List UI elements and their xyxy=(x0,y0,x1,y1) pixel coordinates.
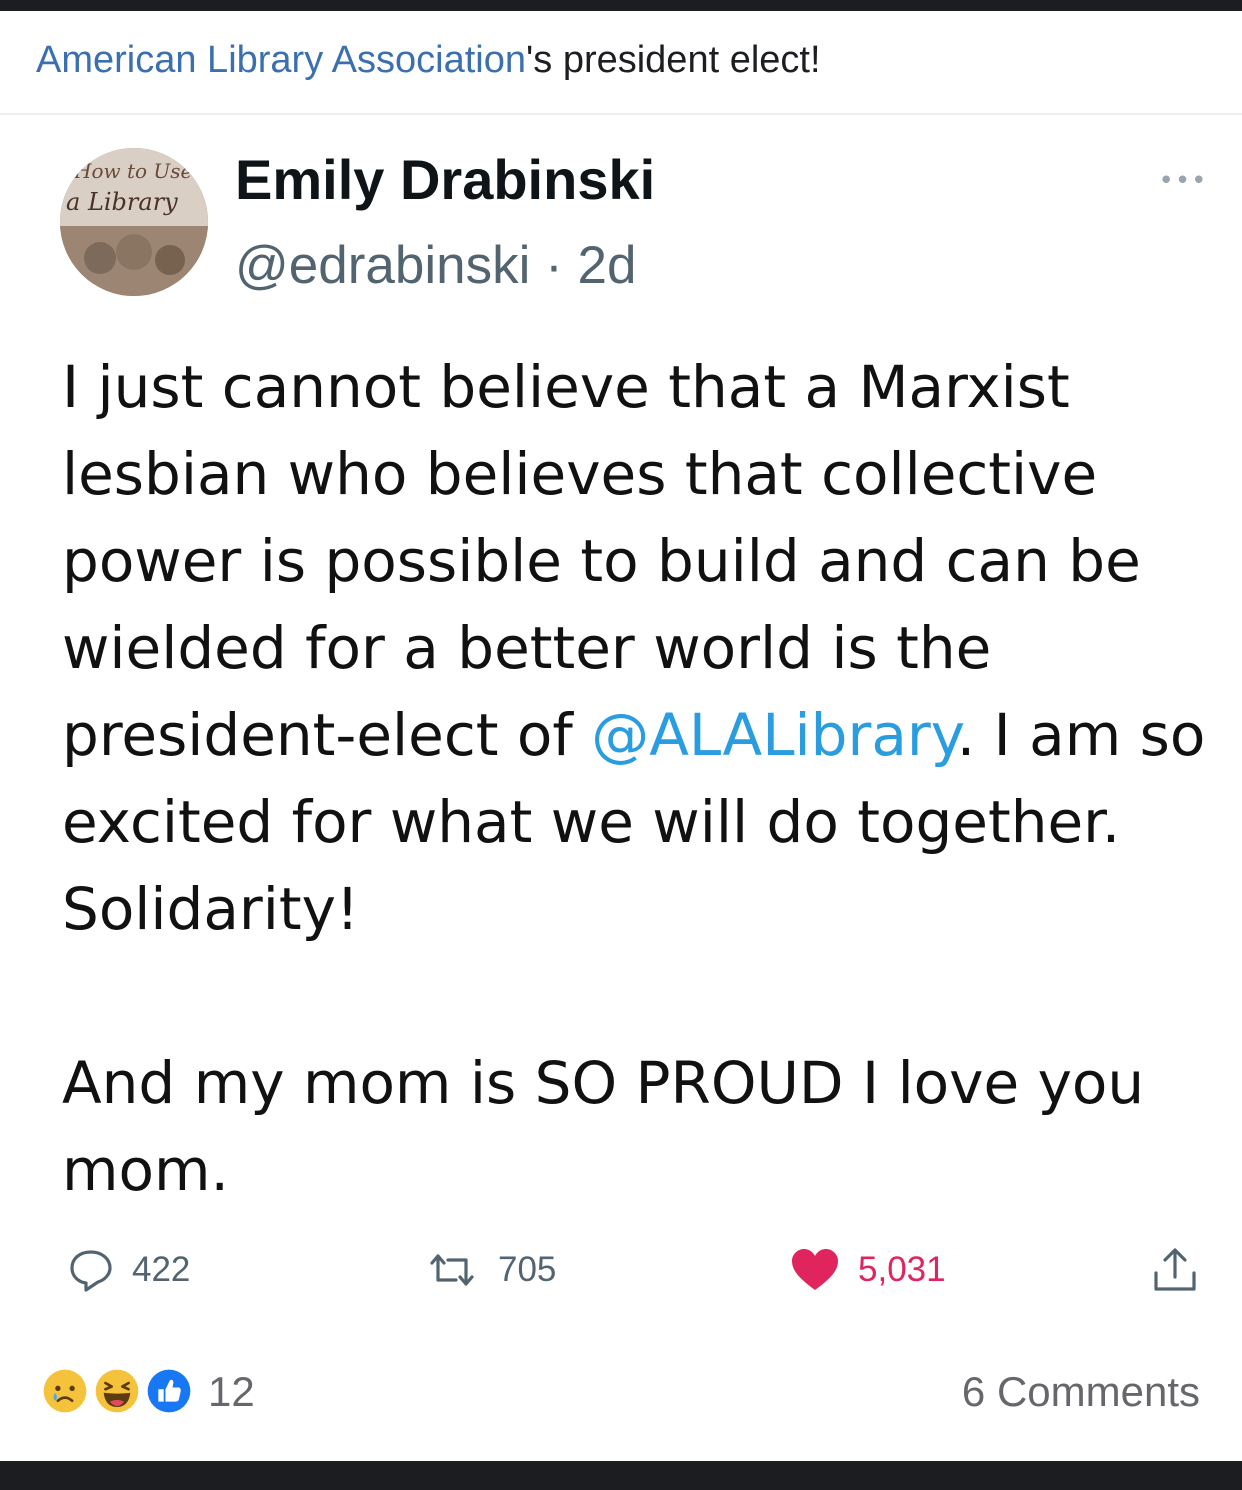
reaction-icons xyxy=(38,1364,200,1420)
handle-line: @edrabinski · 2d xyxy=(235,230,636,302)
reaction-count: 12 xyxy=(208,1368,255,1415)
reactions-summary[interactable]: 12 xyxy=(38,1362,255,1422)
more-horizontal-icon[interactable]: ••• xyxy=(1158,166,1208,196)
tweet-paragraph-1: I just cannot believe that a Marxist les… xyxy=(62,344,1212,953)
handle[interactable]: @edrabinski xyxy=(235,236,530,295)
reply-count: 422 xyxy=(132,1250,191,1289)
share-icon xyxy=(1154,1248,1196,1291)
haha-reaction-icon xyxy=(90,1364,144,1418)
tweet-text: I just cannot believe that a Marxist les… xyxy=(62,344,1212,1214)
comments-link[interactable]: 6 Comments xyxy=(962,1362,1200,1422)
caption-page-link[interactable]: American Library Association xyxy=(36,39,526,81)
reply-icon xyxy=(70,1250,112,1292)
like-count: 5,031 xyxy=(858,1250,946,1289)
reply-button[interactable]: 422 xyxy=(68,1240,190,1300)
avatar-text-1: How to Use xyxy=(73,159,192,183)
retweet-count: 705 xyxy=(498,1250,557,1289)
facebook-post-caption: American Library Association's president… xyxy=(36,30,1216,90)
display-name[interactable]: Emily Drabinski xyxy=(235,144,655,216)
share-button[interactable] xyxy=(1150,1240,1200,1300)
retweet-button[interactable]: 705 xyxy=(424,1240,556,1300)
separator: · xyxy=(530,236,578,295)
avatar-image: How to Use a Library xyxy=(60,148,208,296)
tweet-paragraph-2: And my mom is SO PROUD I love you mom. xyxy=(62,1049,1145,1204)
avatar[interactable]: How to Use a Library xyxy=(60,148,208,296)
sad-reaction-icon xyxy=(38,1364,92,1418)
bottom-dark-bar xyxy=(0,1461,1242,1490)
retweet-icon xyxy=(430,1254,474,1286)
timestamp[interactable]: 2d xyxy=(578,236,637,295)
like-button[interactable]: 5,031 xyxy=(790,1240,946,1300)
avatar-text-2: a Library xyxy=(66,188,178,216)
like-reaction-icon xyxy=(142,1364,196,1418)
top-dark-bar xyxy=(0,0,1242,11)
heart-icon xyxy=(792,1249,838,1290)
mention-link[interactable]: @ALALibrary xyxy=(591,701,957,769)
caption-divider xyxy=(0,113,1242,115)
caption-text: 's president elect! xyxy=(526,39,821,81)
